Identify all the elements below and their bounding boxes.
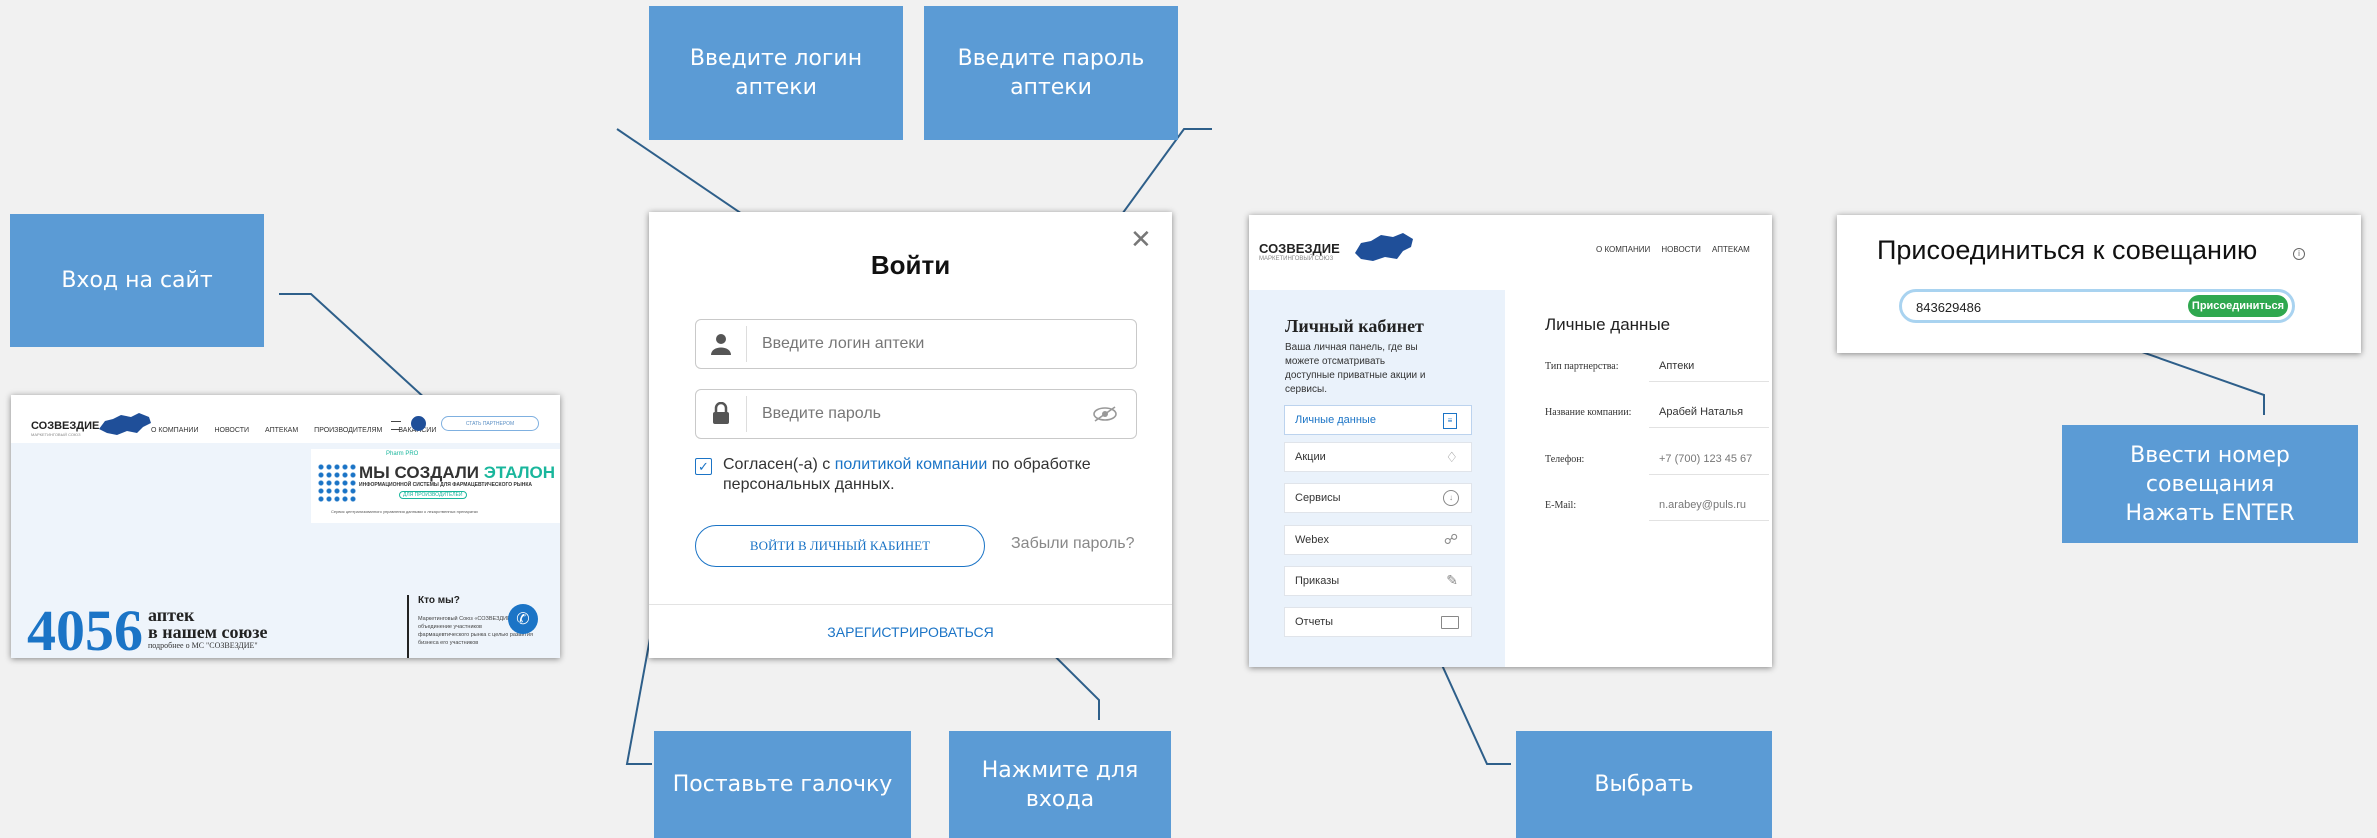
cabinet-logo[interactable]: СОЗВЕЗДИЕ МАРКЕТИНГОВЫЙ СОЮЗ: [1259, 241, 1340, 262]
cabinet-screenshot: СОЗВЕЗДИЕ МАРКЕТИНГОВЫЙ СОЮЗ О КОМПАНИИ …: [1249, 215, 1772, 667]
modal-divider: [649, 604, 1172, 605]
close-icon[interactable]: ✕: [1130, 226, 1152, 252]
callout-site-login: Вход на сайт: [10, 214, 264, 347]
callout-check-box: Поставьте галочку: [654, 731, 911, 838]
pharmacy-count-text: аптек в нашем союзе: [148, 606, 268, 642]
cabinet-nav-news[interactable]: НОВОСТИ: [1661, 245, 1700, 254]
site-banner[interactable]: Pharm PRO МЫ СОЗДАЛИ ЭТАЛОН ИНФОРМАЦИОНН…: [311, 449, 560, 523]
site-logo-text: СОЗВЕЗДИЕ: [31, 420, 100, 432]
site-logo-sub: МАРКЕТИНГОВЫЙ СОЮЗ: [31, 432, 81, 437]
site-nav-pharmacies[interactable]: АПТЕКАМ: [265, 427, 298, 434]
policy-link[interactable]: политикой компании: [835, 456, 988, 473]
site-nav-about[interactable]: О КОМПАНИИ: [151, 427, 198, 434]
site-nav: О КОМПАНИИНОВОСТИАПТЕКАМПРОИЗВОДИТЕЛЯМВА…: [151, 419, 452, 437]
banner-note: Сервис централизованного управления данн…: [331, 509, 478, 514]
eye-off-icon[interactable]: [1092, 405, 1118, 423]
document-icon: ≡: [1443, 413, 1457, 429]
meeting-number-value: 843629486: [1916, 300, 1982, 315]
callout-enter-login: Введите логин аптеки: [649, 6, 903, 140]
meeting-number-input[interactable]: 843629486 Присоединиться: [1899, 289, 2295, 323]
cabinet-nav-pharmacies[interactable]: АПТЕКАМ: [1712, 245, 1750, 254]
dots-graphic: [317, 463, 357, 503]
field-label-email: E-Mail:: [1545, 500, 1577, 511]
login-modal: Войти ✕ Введите логин аптеки Введите пар…: [649, 212, 1172, 658]
who-title: Кто мы?: [418, 595, 460, 606]
field-value-type: Аптеки: [1659, 360, 1695, 372]
menu-item-personal-data[interactable]: Личные данные ≡: [1284, 405, 1472, 435]
register-link[interactable]: ЗАРЕГИСТРИРОВАТЬСЯ: [649, 624, 1172, 640]
menu-icon[interactable]: [391, 421, 401, 430]
site-logo[interactable]: СОЗВЕЗДИЕ МАРКЕТИНГОВЫЙ СОЮЗ: [31, 420, 99, 437]
callout-meeting-number: Ввести номер совещания Нажать ENTER: [2062, 425, 2358, 543]
banner-tag: ДЛЯ ПРОИЗВОДИТЕЛЕЙ: [399, 491, 467, 499]
cabinet-title: Личный кабинет: [1285, 316, 1424, 336]
lock-icon: [713, 402, 729, 424]
banner-brand: Pharm PRO: [386, 451, 419, 457]
banner-sub: ИНФОРМАЦИОННОЙ СИСТЕМЫ ДЛЯ ФАРМАЦЕВТИЧЕС…: [359, 482, 533, 488]
field-value-company: Арабей Наталья: [1659, 406, 1744, 418]
website-screenshot: СОЗВЕЗДИЕ МАРКЕТИНГОВЫЙ СОЮЗ О КОМПАНИИ Н…: [11, 395, 560, 658]
cabinet-logo-sub: МАРКЕТИНГОВЫЙ СОЮЗ: [1259, 256, 1334, 262]
menu-item-promotions[interactable]: Акции ♢: [1284, 442, 1472, 472]
login-title: Войти: [870, 250, 951, 280]
pharmacy-count: 4056: [27, 598, 143, 658]
login-placeholder: Введите логин аптеки: [762, 335, 925, 352]
pencil-icon: ✎: [1446, 572, 1458, 588]
login-submit-button[interactable]: ВОЙТИ В ЛИЧНЫЙ КАБИНЕТ: [695, 525, 985, 567]
download-icon: ↓: [1443, 490, 1459, 506]
password-field[interactable]: Введите пароль: [695, 389, 1137, 439]
russia-map-icon: [99, 413, 151, 435]
section-title: Личные данные: [1545, 315, 1671, 334]
cabinet-nav-about[interactable]: О КОМПАНИИ: [1596, 245, 1650, 254]
site-nav-producers[interactable]: ПРОИЗВОДИТЕЛЯМ: [314, 427, 382, 434]
banner-title: МЫ СОЗДАЛИ ЭТАЛОН: [359, 463, 556, 482]
menu-item-webex[interactable]: Webex ☍: [1284, 525, 1472, 555]
russia-map-icon: [1355, 233, 1413, 261]
info-icon[interactable]: i: [2293, 248, 2305, 260]
field-rule: [1649, 520, 1769, 521]
callout-enter-password: Введите пароль аптеки: [924, 6, 1178, 140]
menu-item-services[interactable]: Сервисы ↓: [1284, 483, 1472, 513]
cabinet-desc: Ваша личная панель, где вы можете отсмат…: [1285, 342, 1426, 395]
field-value-email: n.arabey@puls.ru: [1659, 499, 1746, 511]
callout-press-enter: Нажмите для входа: [949, 731, 1171, 838]
user-icon[interactable]: [411, 416, 426, 431]
field-rule: [1649, 381, 1769, 382]
become-partner-button[interactable]: СТАТЬ ПАРТНЕРОМ: [441, 416, 539, 431]
folder-icon: [1441, 616, 1459, 629]
user-icon: [711, 334, 731, 355]
field-rule: [1649, 474, 1769, 475]
field-rule: [1649, 427, 1769, 428]
join-meeting-title: Присоединиться к совещанию: [1877, 235, 2258, 265]
join-meeting-screenshot: Присоединиться к совещанию i 843629486 П…: [1837, 215, 2361, 353]
more-link[interactable]: подробнее о МС "СОЗВЕЗДИЕ": [148, 641, 258, 650]
cabinet-logo-text: СОЗВЕЗДИЕ: [1259, 241, 1340, 256]
menu-item-reports[interactable]: Отчеты: [1284, 607, 1472, 637]
people-icon: ☍: [1443, 531, 1458, 547]
field-label-company: Название компании:: [1545, 407, 1632, 418]
field-value-phone: +7 (700) 123 45 67: [1659, 453, 1753, 465]
cabinet-nav: О КОМПАНИИ НОВОСТИ АПТЕКАМ: [1596, 245, 1750, 254]
pharmacy-count-line2: в нашем союзе: [148, 622, 268, 642]
badge-icon: ♢: [1445, 449, 1458, 465]
menu-item-orders[interactable]: Приказы ✎: [1284, 566, 1472, 596]
login-field[interactable]: Введите логин аптеки: [695, 319, 1137, 369]
field-label-phone: Телефон:: [1545, 454, 1585, 465]
divider: [407, 595, 409, 658]
agree-checkbox[interactable]: ✓: [695, 458, 712, 475]
join-button[interactable]: Присоединиться: [2188, 295, 2288, 317]
field-label-type: Тип партнерства:: [1545, 361, 1619, 372]
phone-icon[interactable]: ✆: [508, 604, 538, 634]
agree-text: Согласен(-а) с политикой компании по обр…: [723, 456, 1091, 493]
callout-choose: Выбрать: [1516, 731, 1772, 838]
password-placeholder: Введите пароль: [762, 405, 881, 422]
forgot-password-link[interactable]: Забыли пароль?: [1011, 535, 1135, 553]
site-nav-news[interactable]: НОВОСТИ: [214, 427, 249, 434]
